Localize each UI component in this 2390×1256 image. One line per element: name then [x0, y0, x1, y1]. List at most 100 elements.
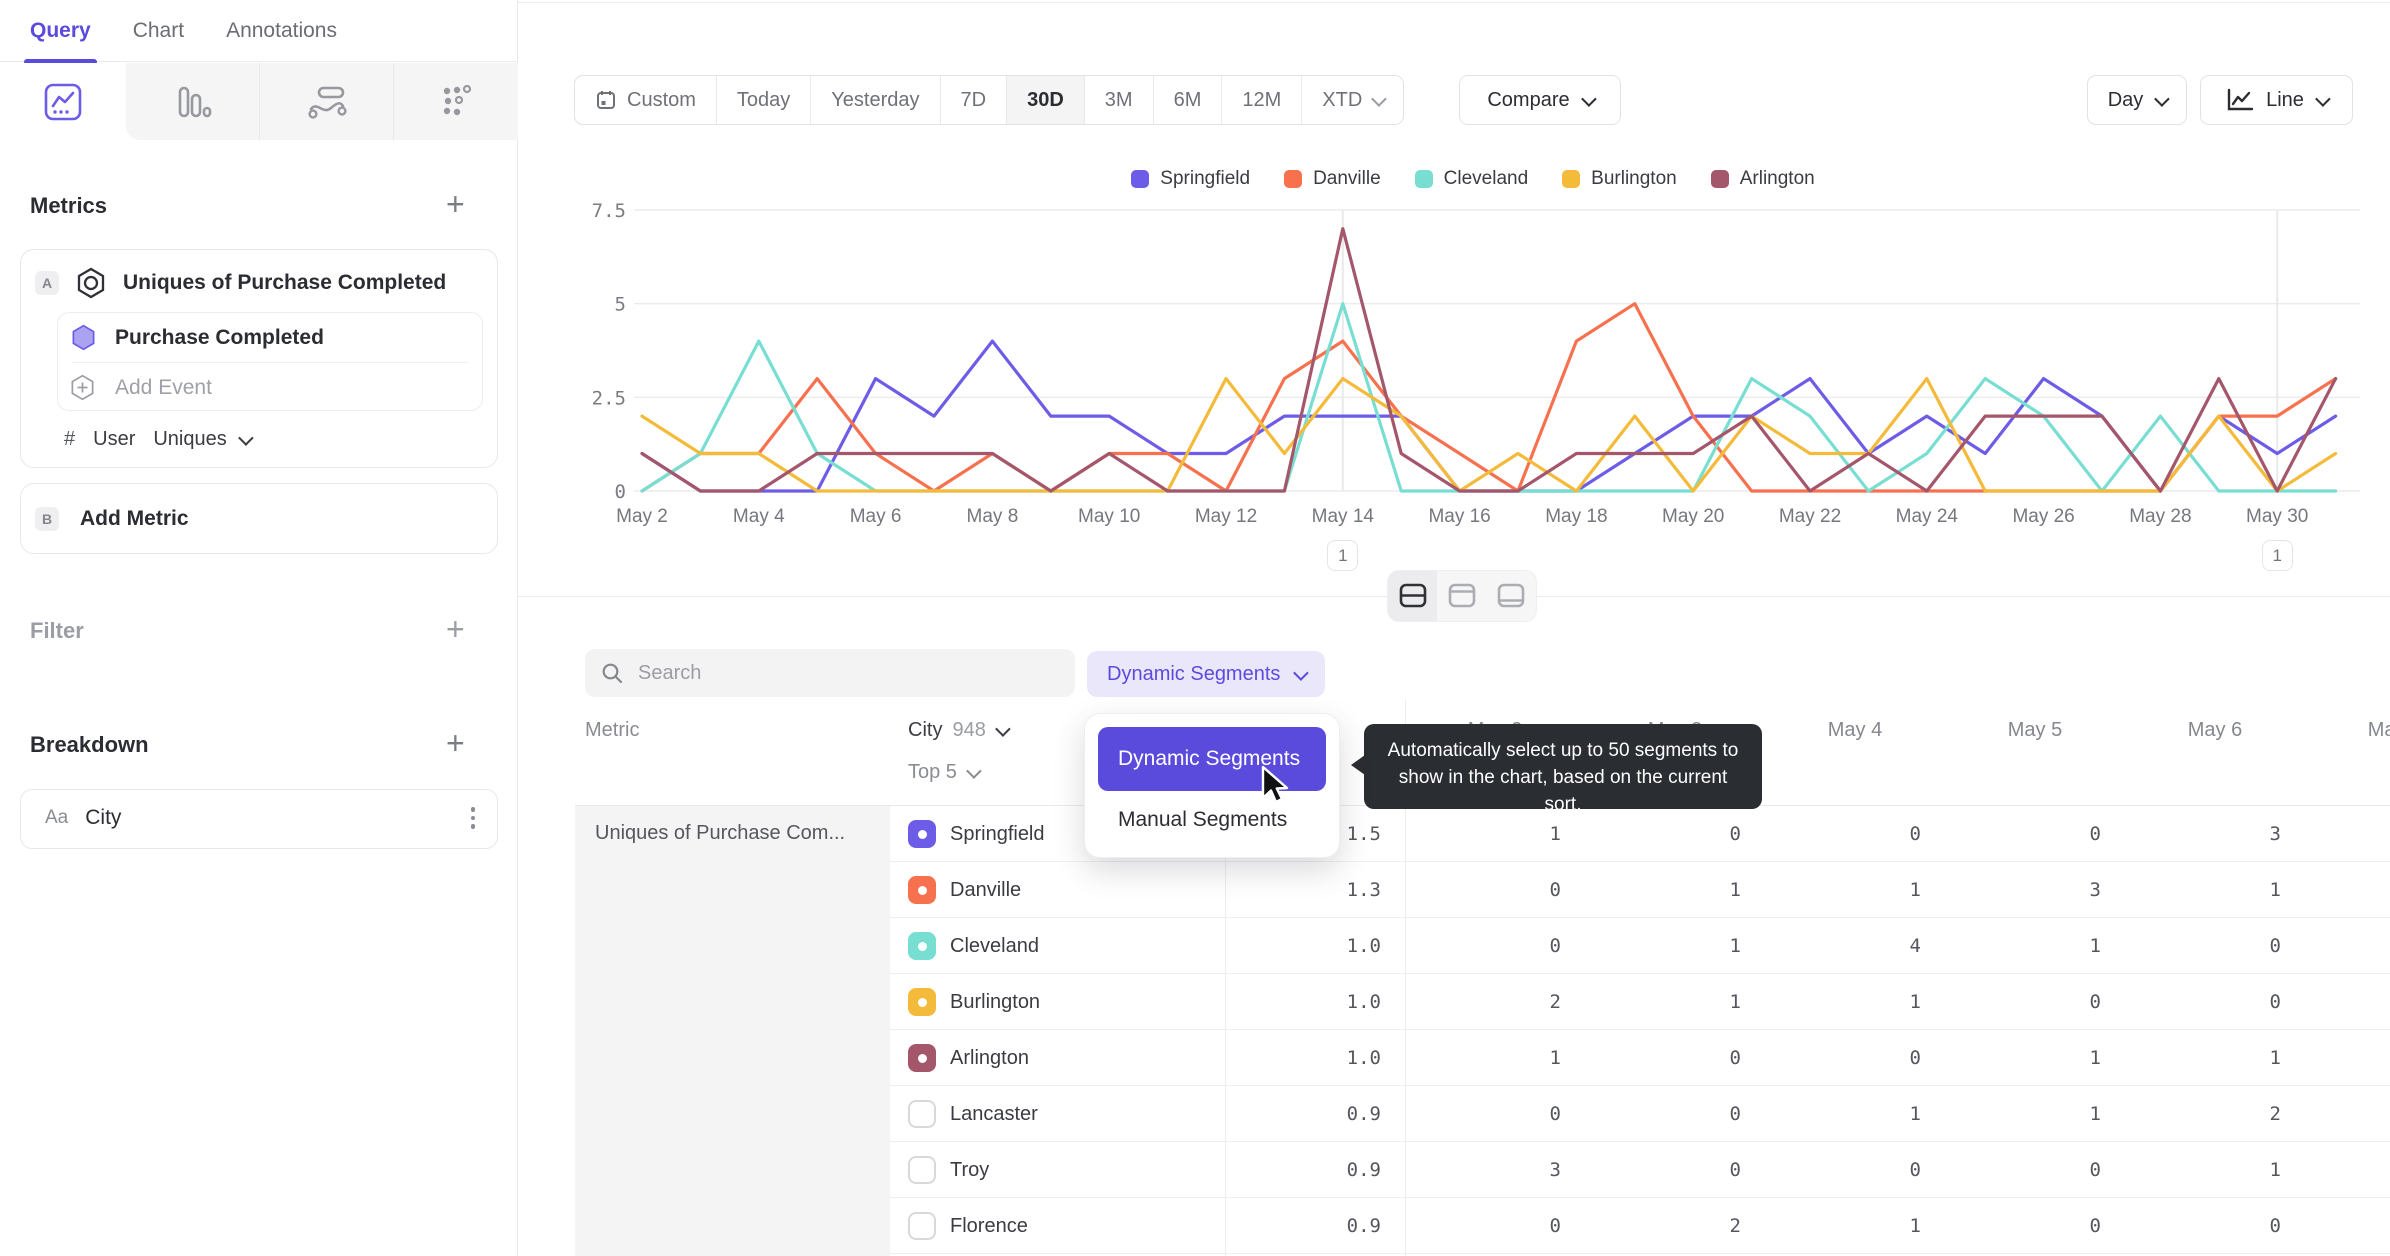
series-line-arlington — [640, 227, 2338, 493]
avg-value: 0.9 — [1346, 1103, 1381, 1125]
avg-value: 0.9 — [1346, 1159, 1381, 1181]
compare-button[interactable]: Compare — [1459, 75, 1621, 125]
mouse-cursor — [1261, 765, 1289, 804]
avg-value: 1.0 — [1346, 935, 1381, 957]
cell-value: 1 — [2089, 1103, 2101, 1125]
chart-type-line-button[interactable] — [0, 63, 126, 140]
range-7d-button[interactable]: 7D — [939, 76, 1007, 124]
add-breakdown-plus-button[interactable]: + — [446, 727, 465, 759]
svg-text:May 4: May 4 — [733, 506, 785, 527]
segment-name: Cleveland — [950, 934, 1039, 957]
svg-text:May 2: May 2 — [616, 506, 668, 527]
legend-item-springfield[interactable]: Springfield — [1131, 168, 1250, 190]
event-name[interactable]: Purchase Completed — [115, 326, 324, 350]
cell-value: 0 — [1549, 935, 1561, 957]
measure-user: User — [93, 428, 136, 450]
range-yesterday-button[interactable]: Yesterday — [810, 76, 939, 124]
checkbox-dot — [917, 997, 927, 1007]
legend-label: Springfield — [1160, 168, 1251, 189]
breakdown-title: Breakdown — [30, 732, 149, 757]
kebab-menu-icon[interactable] — [470, 807, 475, 829]
layout-split-button[interactable] — [1388, 571, 1438, 621]
granularity-button[interactable]: Day — [2087, 75, 2187, 125]
segment-checkbox-checked[interactable] — [908, 876, 936, 904]
metric-card-b[interactable]: B Add Metric — [20, 483, 498, 554]
search-placeholder: Search — [638, 661, 702, 684]
segments-mode-dropdown[interactable]: Dynamic Segments — [1087, 651, 1326, 697]
segment-checkbox-checked[interactable] — [908, 1044, 936, 1072]
measure-selector[interactable]: # User Uniques — [64, 428, 254, 451]
checkbox-dot — [917, 885, 927, 895]
tab-query[interactable]: Query — [24, 0, 97, 65]
segment-name: Burlington — [950, 990, 1041, 1013]
segment-checkbox-checked[interactable] — [908, 820, 936, 848]
legend-item-danville[interactable]: Danville — [1284, 168, 1381, 190]
segment-name: Lancaster — [950, 1102, 1038, 1125]
series-line-burlington — [640, 377, 2338, 493]
range-12m-button[interactable]: 12M — [1221, 76, 1301, 124]
layout-chart-only-button[interactable] — [1437, 571, 1486, 621]
date-range-group: Custom Today Yesterday 7D 30D 3M 6M 12M XTD — [574, 75, 1405, 125]
table-row-troy: Troy 0.9 3 0 0 0 1 — [890, 1142, 2390, 1198]
cell-value: 0 — [1909, 823, 1921, 845]
breakdown-city-card[interactable]: Aa City — [20, 789, 498, 849]
svg-text:May 28: May 28 — [2129, 506, 2191, 527]
svg-text:May 12: May 12 — [1195, 506, 1257, 527]
add-event-button[interactable]: Add Event — [69, 374, 212, 401]
search-input[interactable]: Search — [585, 649, 1075, 697]
chart-type-bar-button[interactable] — [126, 63, 259, 140]
top-n-selector[interactable]: Top 5 — [908, 761, 982, 784]
segment-checkbox-checked[interactable] — [908, 988, 936, 1016]
annotation-badge[interactable]: 1 — [2261, 540, 2293, 571]
legend-item-burlington[interactable]: Burlington — [1562, 168, 1677, 190]
chevron-down-icon — [2154, 90, 2170, 107]
segment-checkbox-unchecked[interactable] — [908, 1212, 936, 1240]
add-metric-plus-button[interactable]: + — [446, 188, 465, 220]
cell-value: 0 — [1729, 1047, 1741, 1069]
cell-value: 3 — [1549, 1159, 1561, 1181]
cell-value: 1 — [1909, 879, 1921, 901]
svg-text:May 14: May 14 — [1312, 506, 1375, 527]
legend-label: Danville — [1313, 168, 1381, 189]
segment-checkbox-unchecked[interactable] — [908, 1156, 936, 1184]
legend-label: Cleveland — [1443, 168, 1529, 189]
cell-value: 0 — [2089, 991, 2101, 1013]
tab-chart[interactable]: Chart — [133, 0, 184, 62]
scatter-chart-icon — [443, 84, 472, 115]
annotation-badge[interactable]: 1 — [1327, 540, 1359, 571]
segments-mode-menu: Dynamic Segments Manual Segments — [1084, 713, 1340, 858]
top-panel-icon — [1448, 583, 1476, 608]
bottom-panel-icon — [1498, 583, 1525, 608]
add-filter-plus-button[interactable]: + — [446, 613, 465, 645]
table-row-arlington: Arlington 1.0 1 0 0 1 1 — [890, 1030, 2390, 1086]
chart-legend: Springfield Danville Cleveland Burlington Ar… — [578, 158, 2368, 200]
svg-text:May 8: May 8 — [967, 506, 1019, 527]
layout-table-only-button[interactable] — [1487, 571, 1536, 621]
range-6m-button[interactable]: 6M — [1152, 76, 1222, 124]
group-column-header[interactable]: City 948 — [908, 719, 1011, 742]
chart-style-button[interactable]: Line — [2200, 75, 2353, 125]
segment-checkbox-checked[interactable] — [908, 932, 936, 960]
cell-value: 0 — [2269, 935, 2281, 957]
line-chart[interactable]: 7.5 5 2.5 0 May 2 May 4 May 6 May 8 May 10 May 12… — [578, 200, 2368, 532]
tab-annotations[interactable]: Annotations — [226, 0, 337, 62]
calendar-icon — [597, 91, 615, 109]
range-custom-button[interactable]: Custom — [575, 76, 716, 124]
table-row-burlington: Burlington 1.0 2 1 1 0 0 — [890, 974, 2390, 1030]
chevron-down-icon — [1371, 90, 1387, 107]
metric-a-title[interactable]: Uniques of Purchase Completed — [123, 271, 446, 295]
segment-name: Troy — [950, 1158, 990, 1181]
cell-value: 0 — [1729, 1103, 1741, 1125]
range-3m-button[interactable]: 3M — [1083, 76, 1153, 124]
legend-item-cleveland[interactable]: Cleveland — [1414, 168, 1529, 190]
cell-value: 1 — [2269, 1159, 2281, 1181]
date-column-header: May 5 — [2007, 719, 2063, 741]
range-today-button[interactable]: Today — [715, 76, 810, 124]
chart-type-scatter-button[interactable] — [393, 63, 518, 140]
range-30d-button[interactable]: 30D — [1006, 76, 1084, 124]
range-xtd-button[interactable]: XTD — [1301, 76, 1403, 124]
segment-checkbox-unchecked[interactable] — [908, 1100, 936, 1128]
chart-type-flow-button[interactable] — [259, 63, 393, 140]
segment-name: Danville — [950, 878, 1022, 901]
legend-item-arlington[interactable]: Arlington — [1710, 168, 1815, 190]
